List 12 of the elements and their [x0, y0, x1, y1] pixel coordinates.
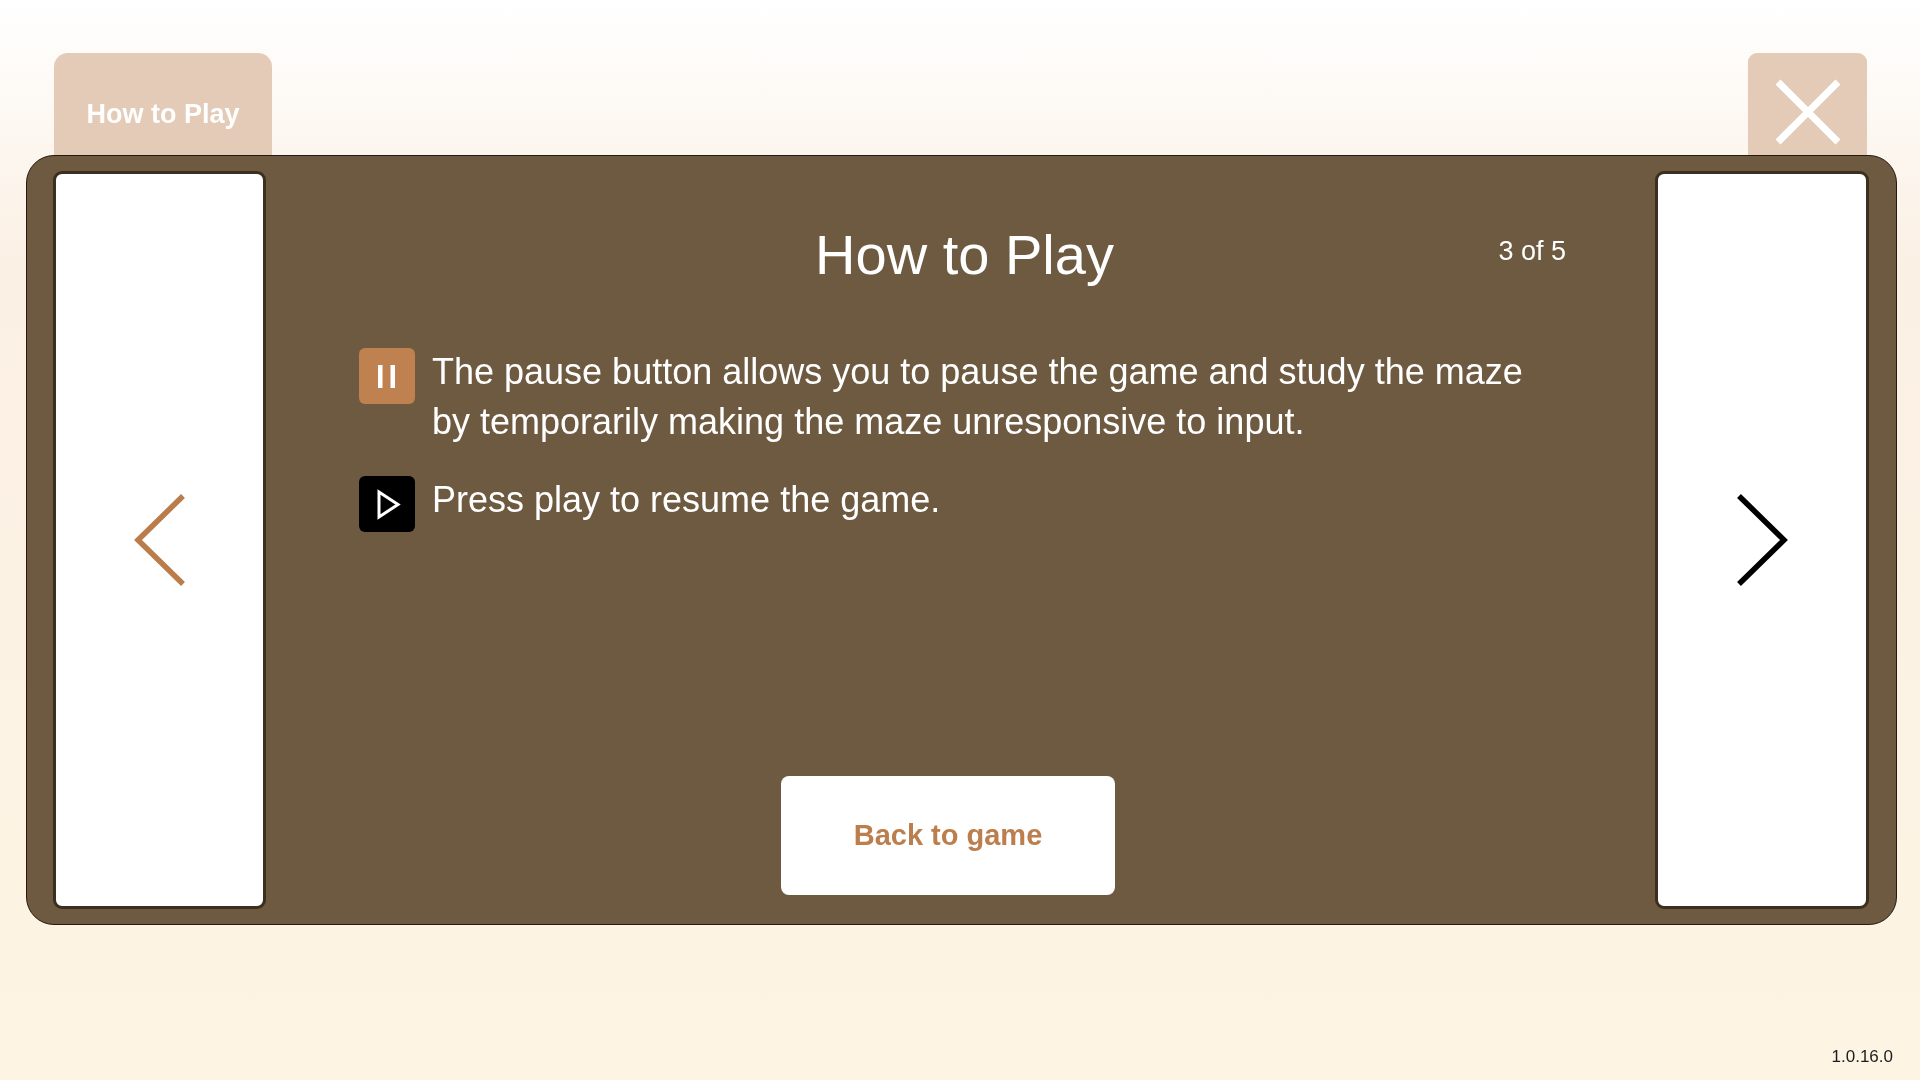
close-icon: [1774, 79, 1841, 145]
page-counter: 3 of 5: [1498, 235, 1566, 267]
instruction-text: The pause button allows you to pause the game and study the maze by temporarily making the maze unresponsive to input.: [432, 350, 1524, 444]
title-banner: How to Play: [54, 53, 272, 155]
nav-button[interactable]: [1655, 171, 1869, 909]
back-to-game-button[interactable]: Back to game: [781, 776, 1115, 895]
version-label: 1.0.16.0: [1831, 1047, 1893, 1067]
pause-icon: [359, 348, 415, 404]
play-icon: [359, 476, 415, 532]
nav-button[interactable]: [53, 171, 266, 909]
instruction-text: Press play to resume the game.: [432, 478, 942, 522]
dialog-title: How to Play: [815, 223, 1114, 287]
